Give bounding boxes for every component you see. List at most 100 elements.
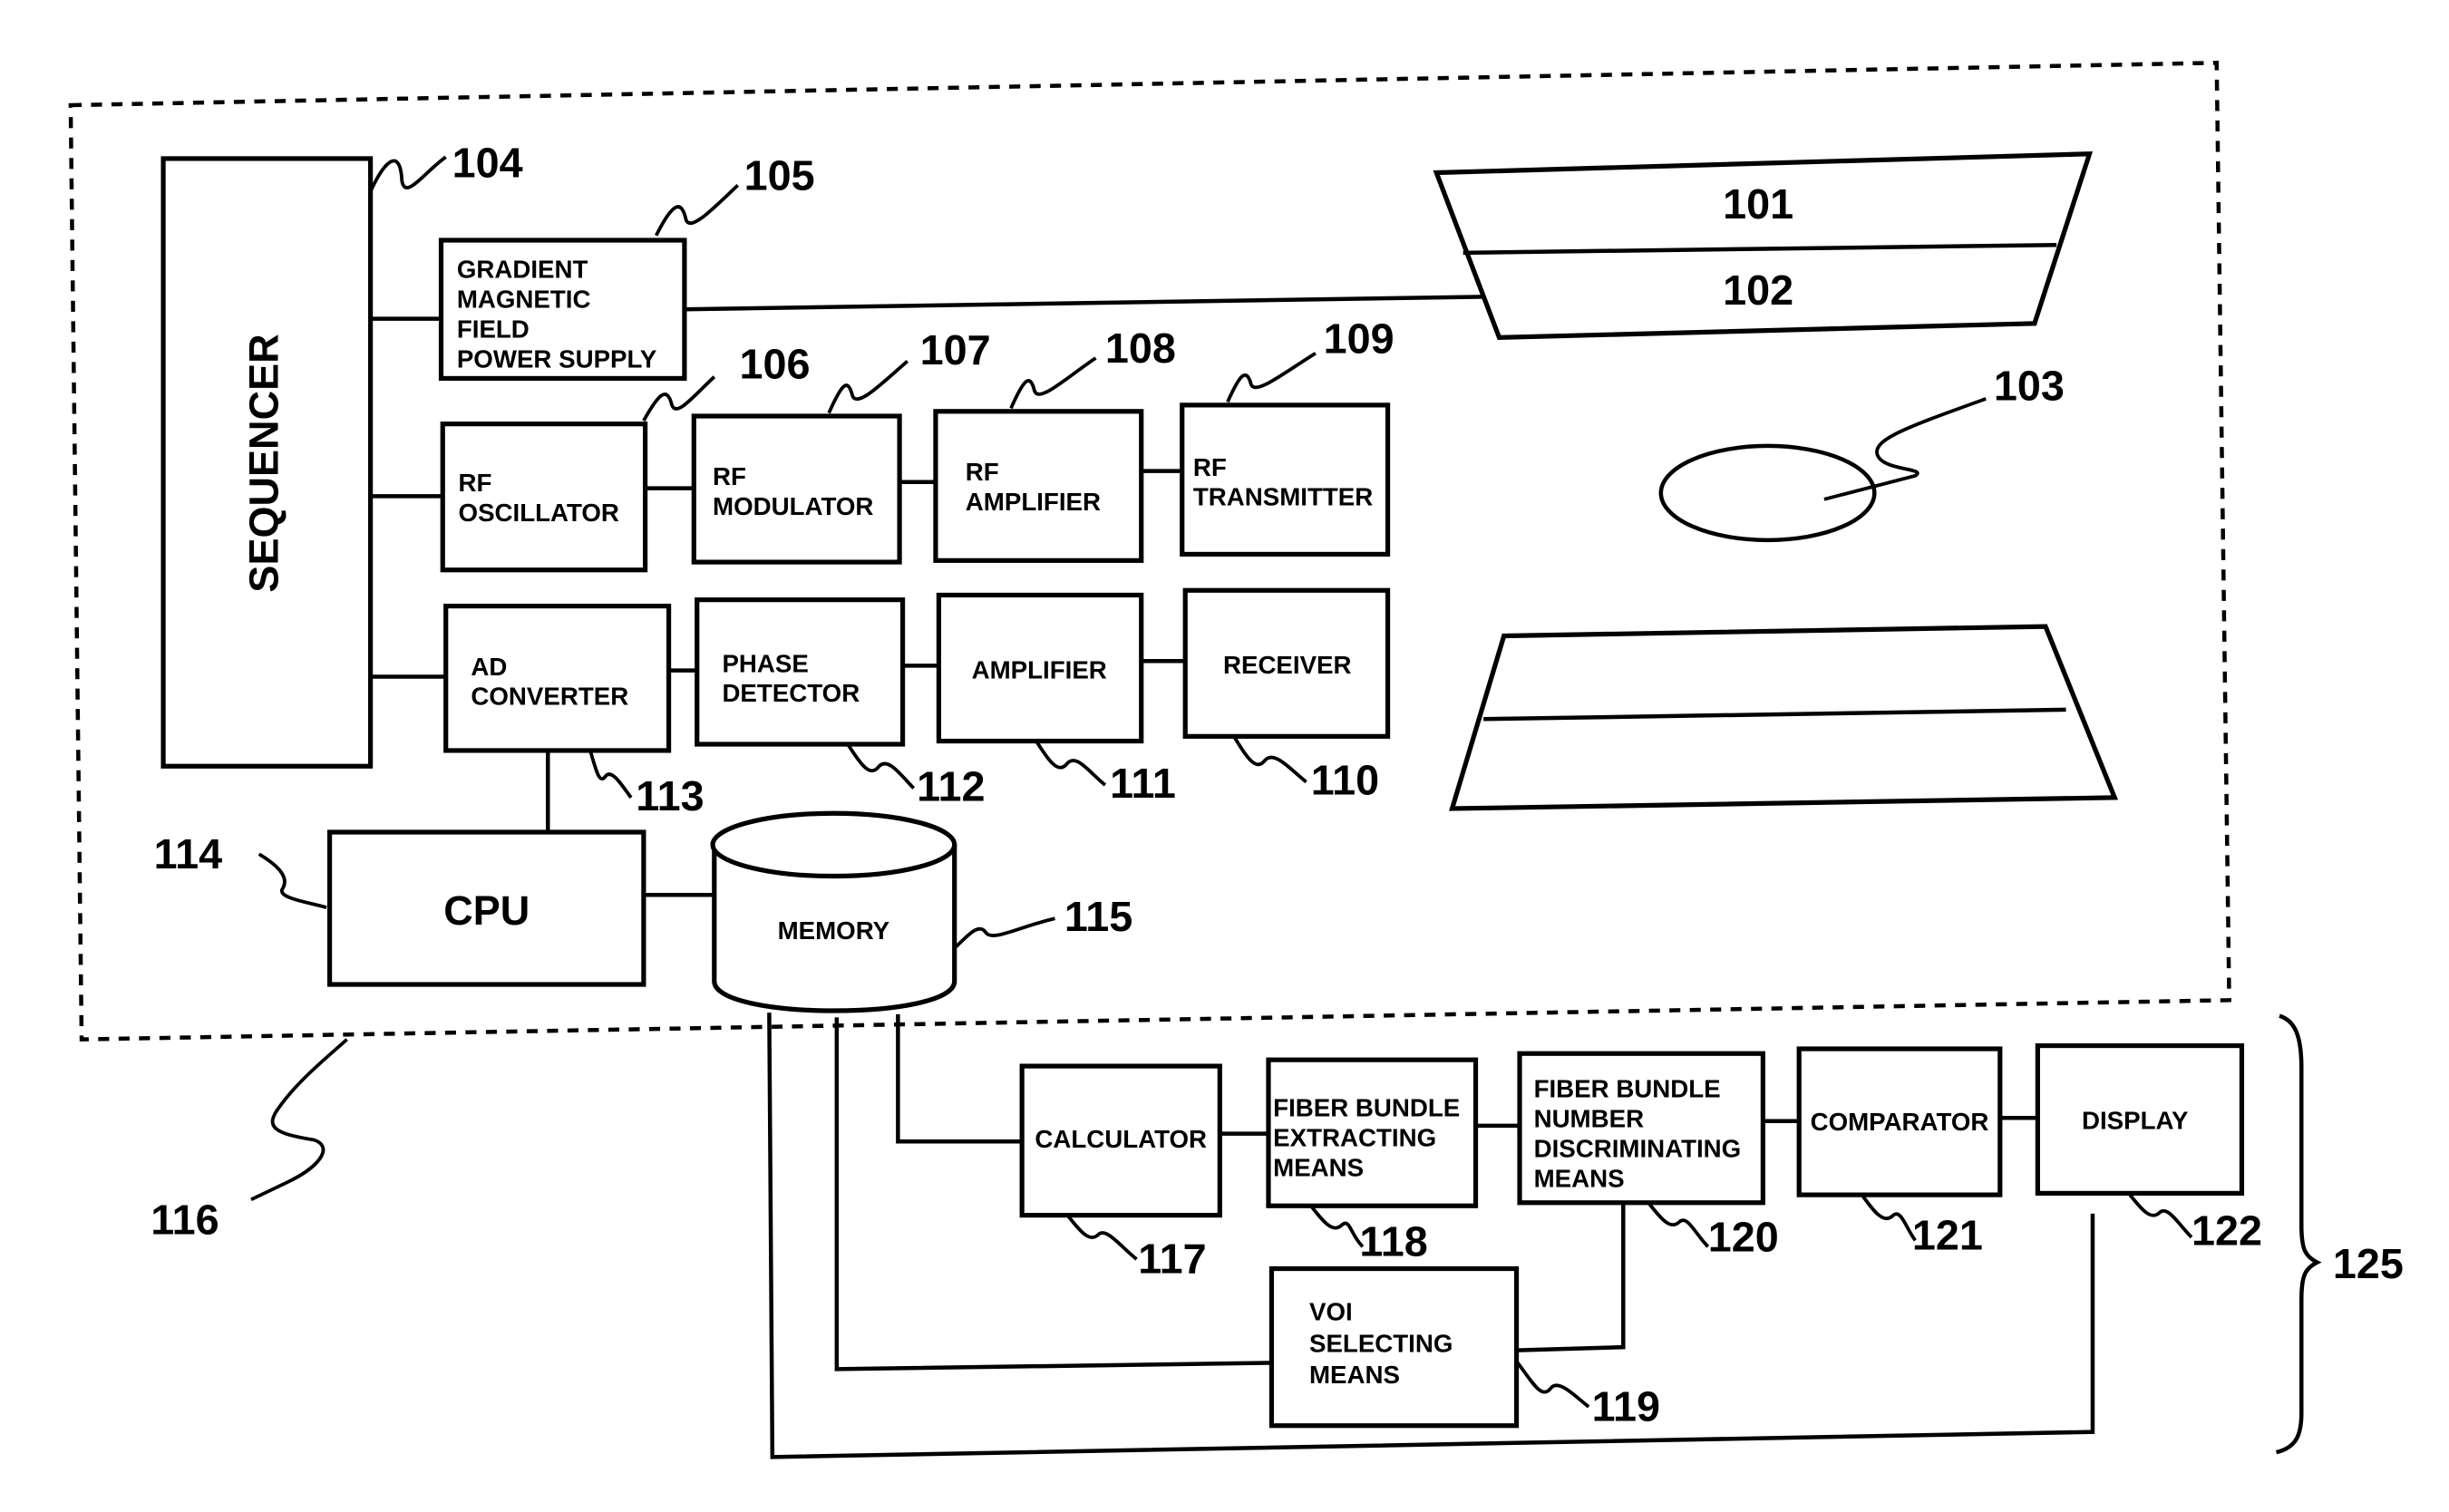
ad-converter-block: AD CONVERTER [443,603,672,753]
ref-102: 102 [1723,267,1793,314]
leader-116 [250,1038,348,1202]
memory-label: MEMORY [778,916,890,945]
receiver-label: RECEIVER [1223,651,1352,679]
ref-116: 116 [151,1196,219,1243]
phase-detector-block: PHASE DETECTOR [695,597,906,747]
leader-114 [258,852,327,909]
ref-114: 114 [154,830,222,877]
voi-line-2: SELECTING [1309,1329,1453,1357]
receiver-block: RECEIVER [1182,587,1391,739]
wire-number-voi [1516,1202,1626,1352]
wire-memory-calculator [896,1013,1023,1144]
upper-magnet-coil: 101 102 [1433,151,2094,341]
sequencer-label: SEQUENCER [240,334,287,592]
ad-converter-line-1: AD [471,653,507,681]
rf-oscillator-line-1: RF [459,469,492,497]
rf-amplifier-line-1: RF [966,458,999,486]
rf-oscillator-block: RF OSCILLATOR [440,422,648,573]
ad-converter-line-2: CONVERTER [471,683,628,711]
display-block: DISPLAY [2035,1042,2245,1196]
ref-106: 106 [739,340,810,387]
ref-118: 118 [1359,1218,1427,1265]
gradient-line-1: GRADIENT [457,256,588,284]
leader-103 [1823,397,1987,501]
leader-121 [1860,1193,1917,1242]
ref-104: 104 [452,140,523,187]
rf-modulator-block: RF MODULATOR [691,413,902,565]
rf-transmitter-line-1: RF [1193,453,1227,481]
leader-119 [1515,1360,1590,1409]
rf-transmitter-block: RF TRANSMITTER [1180,402,1391,557]
ref-113: 113 [636,772,704,819]
memory-block: MEMORY [710,810,957,1013]
calculator-block: CALCULATOR [1019,1063,1222,1218]
leader-118 [1309,1205,1365,1248]
leader-120 [1647,1201,1710,1248]
amplifier-label: AMPLIFIER [972,655,1107,683]
ref-105: 105 [744,152,815,199]
sequencer-block: SEQUENCER [160,156,374,769]
ref-120: 120 [1708,1213,1779,1260]
leader-108 [1009,356,1097,410]
rf-transmitter-line-2: TRANSMITTER [1193,483,1373,511]
mri-block-diagram: SEQUENCER 104 GRADIENT MAGNETIC FIELD PO… [68,60,2404,1459]
fiber-number-line-1: FIBER BUNDLE [1534,1075,1721,1103]
ref-108: 108 [1105,325,1176,372]
ref-103: 103 [1994,363,2065,410]
comparator-block: COMPARATOR [1796,1046,2003,1197]
leader-104 [368,155,447,193]
rf-modulator-line-1: RF [713,462,746,490]
leader-117 [1065,1214,1138,1261]
display-label: DISPLAY [2082,1106,2189,1134]
cpu-label: CPU [443,887,530,934]
rf-amplifier-line-2: AMPLIFIER [966,488,1101,516]
ref-110: 110 [1311,756,1379,803]
phase-detector-line-2: DETECTOR [722,679,860,707]
comparator-label: COMPARATOR [1811,1108,1989,1136]
gradient-line-2: MAGNETIC [457,285,591,313]
ref-117: 117 [1138,1236,1206,1283]
leader-110 [1232,735,1307,784]
leader-115 [955,916,1055,948]
fiber-bundle-extracting-block: FIBER BUNDLE EXTRACTING MEANS [1266,1057,1479,1208]
ref-122: 122 [2191,1207,2262,1255]
cpu-block: CPU [326,829,646,987]
ref-125: 125 [2333,1240,2404,1287]
brace-125 [2275,1013,2322,1455]
wire-gradient-coil [684,295,1485,312]
fiber-bundle-number-discriminating-block: FIBER BUNDLE NUMBER DISCRIMINATING MEANS [1517,1051,1765,1206]
fiber-number-line-2: NUMBER [1534,1105,1644,1133]
ref-115: 115 [1064,893,1132,940]
lower-magnet-coil [1449,624,2119,811]
leader-107 [827,359,909,414]
fiber-number-line-4: MEANS [1534,1164,1625,1192]
calculator-label: CALCULATOR [1035,1125,1207,1153]
ref-111: 111 [1110,760,1176,807]
leader-112 [846,742,916,790]
rf-modulator-line-2: MODULATOR [713,492,873,520]
leader-109 [1226,352,1317,403]
ref-121: 121 [1912,1212,1983,1259]
rf-oscillator-line-2: OSCILLATOR [459,499,619,527]
ref-109: 109 [1324,315,1395,363]
gradient-line-4: POWER SUPPLY [457,344,657,373]
ref-107: 107 [920,326,991,373]
leader-105 [655,183,740,237]
voi-line-1: VOI [1309,1298,1353,1326]
ref-119: 119 [1592,1383,1660,1430]
ref-101: 101 [1723,180,1793,228]
fiber-number-line-3: DISCRIMINATING [1534,1135,1742,1163]
gradient-line-3: FIELD [457,315,530,343]
fiber-extracting-line-2: EXTRACTING [1273,1123,1436,1151]
voi-selecting-block: VOI SELECTING MEANS [1268,1265,1520,1429]
leader-111 [1035,740,1107,787]
ref-112: 112 [917,762,985,809]
fiber-extracting-line-1: FIBER BUNDLE [1273,1094,1460,1122]
leader-122 [2127,1192,2193,1239]
fiber-extracting-line-3: MEANS [1273,1153,1364,1181]
voi-line-3: MEANS [1309,1361,1400,1389]
leader-113 [588,750,633,800]
phase-detector-line-1: PHASE [722,649,808,677]
rf-amplifier-block: RF AMPLIFIER [933,409,1144,563]
gradient-power-supply-block: GRADIENT MAGNETIC FIELD POWER SUPPLY [438,237,687,382]
